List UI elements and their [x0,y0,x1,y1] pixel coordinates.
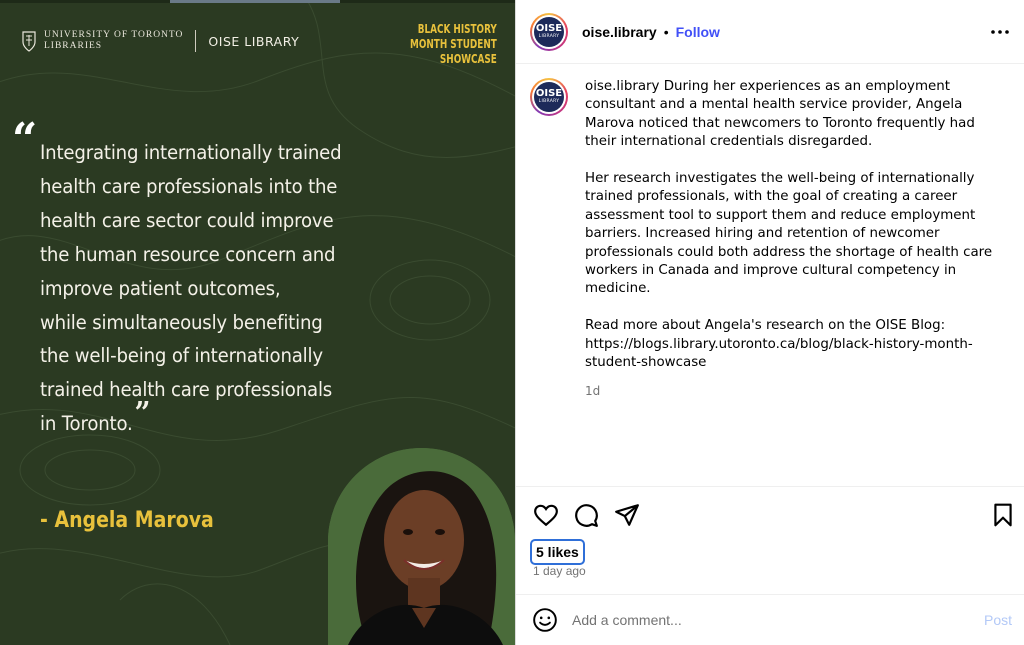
caption-username[interactable]: oise.library [585,79,659,94]
logo-oise-library: OISE LIBRARY [208,33,300,49]
header-username[interactable]: oise.library [582,24,657,40]
caption-avatar[interactable]: OISE LIBRARY [530,78,568,116]
logo-divider [195,30,197,52]
avatar-label: OISE [535,88,563,99]
follow-button[interactable]: Follow [676,24,720,40]
uoft-libraries-logo: UNIVERSITY OF TORONTO LIBRARIES OISE LIB… [22,30,299,52]
post-side-panel: OISE LIBRARY oise.library • Follow OISE … [515,0,1024,645]
post-header: OISE LIBRARY oise.library • Follow [516,0,1024,64]
post-image[interactable]: UNIVERSITY OF TORONTO LIBRARIES OISE LIB… [0,0,515,645]
avatar[interactable]: OISE LIBRARY [530,12,568,51]
black-history-badge: BLACK HISTORY MONTH STUDENT SHOWCASE [410,22,497,66]
caption-text: oise.library During her experiences as a… [585,78,995,400]
crest-icon [22,31,36,52]
avatar-sublabel: LIBRARY [538,33,560,39]
more-horizontal-icon[interactable] [990,22,1010,42]
post-time[interactable]: 1 day ago [533,564,586,578]
actions-divider [516,486,1024,487]
image-top-strip [0,0,515,3]
post-comment-button[interactable]: Post [984,612,1012,628]
logo-university-text: UNIVERSITY OF TORONTO LIBRARIES [44,30,184,51]
quote-text: Integrating internationally trained heal… [40,141,342,436]
post-caption: OISE LIBRARY oise.library During her exp… [530,78,1014,400]
share-send-icon[interactable] [614,502,640,528]
comment-composer: Post [516,595,1024,645]
caption-timestamp: 1d [585,383,601,398]
quote-attribution: - Angela Marova [40,508,214,533]
close-quote-mark: ” [134,396,151,432]
comment-input[interactable] [572,612,952,628]
emoji-icon[interactable] [532,607,558,633]
caption-paragraph-3: Read more about Angela's research on the… [585,318,973,371]
avatar-label: OISE [535,22,563,34]
separator-dot: • [663,23,669,40]
avatar-sublabel: LIBRARY [538,99,560,104]
bookmark-save-icon[interactable] [990,502,1016,528]
portrait-photo [328,448,515,645]
likes-count[interactable]: 5 likes [530,539,585,565]
instagram-post-viewer: UNIVERSITY OF TORONTO LIBRARIES OISE LIB… [0,0,1024,645]
comment-bubble-icon[interactable] [573,502,599,528]
portrait-illustration [328,448,515,645]
caption-paragraph-2: Her research investigates the well-being… [585,171,993,297]
like-heart-icon[interactable] [533,502,559,528]
open-quote-mark: “ [12,114,38,165]
